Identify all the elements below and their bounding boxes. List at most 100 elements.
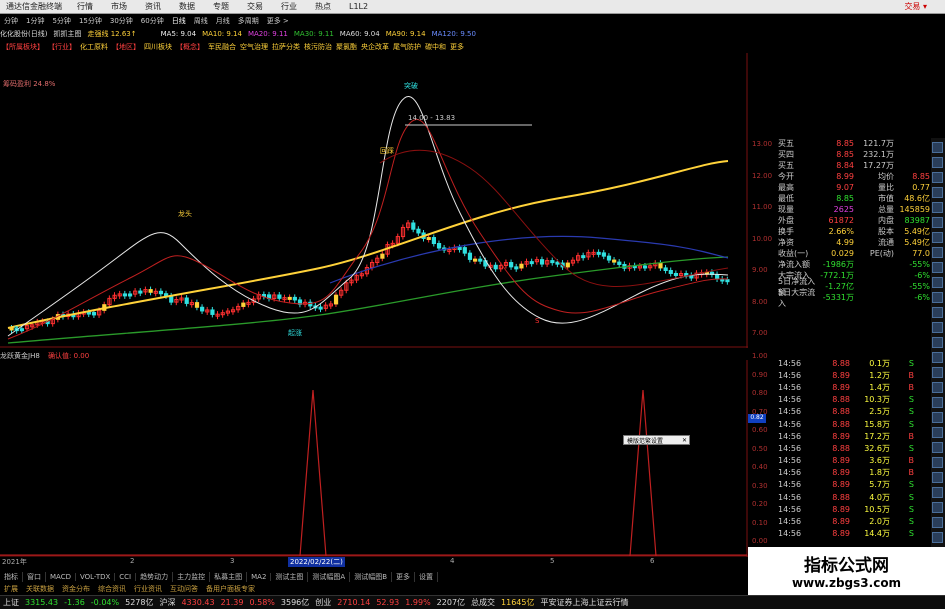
sell-marker: S <box>535 317 540 325</box>
side-tool-icon[interactable] <box>932 337 943 348</box>
menu-item-markets[interactable]: 市场 <box>102 1 136 12</box>
sz-change: 21.39 <box>218 598 247 607</box>
indicator-tab[interactable]: 测试幅图A <box>308 572 350 582</box>
side-tool-icon[interactable] <box>932 382 943 393</box>
period-5min[interactable]: 5分钟 <box>48 16 74 26</box>
sz-label[interactable]: 沪深 <box>156 597 178 608</box>
sector-tag[interactable]: 核污防治 <box>302 42 334 52</box>
side-tool-icon[interactable] <box>932 262 943 273</box>
sector-tag[interactable]: 尾气防护 <box>391 42 423 52</box>
indicator-tab[interactable]: MACD <box>46 573 76 581</box>
indicator-tab[interactable]: VOL-TDX <box>76 573 115 581</box>
side-tool-icon[interactable] <box>932 412 943 423</box>
indicator-tab[interactable]: 指标 <box>0 572 23 582</box>
template-popup[interactable]: 模版范繁设置 ✕ <box>623 435 690 445</box>
sector-tag[interactable]: 化工原料 <box>78 42 110 52</box>
side-tool-icon[interactable] <box>932 307 943 318</box>
quote-cell-d: -6% <box>894 271 930 280</box>
extension-tab[interactable]: 扩展 <box>0 584 22 594</box>
side-tool-icon[interactable] <box>932 367 943 378</box>
news-ticker[interactable]: 平安证券上海上证云行情 <box>537 597 631 608</box>
sector-tag[interactable]: 四川板块 <box>142 42 174 52</box>
side-tool-icon[interactable] <box>932 352 943 363</box>
side-tool-icon[interactable] <box>932 187 943 198</box>
sector-tag[interactable]: 【所属板块】 <box>0 42 46 52</box>
menu-item-news[interactable]: 资讯 <box>136 1 170 12</box>
sh-label[interactable]: 上证 <box>0 597 22 608</box>
menu-item-data[interactable]: 数据 <box>170 1 204 12</box>
indicator-tab[interactable]: MA2 <box>247 573 271 581</box>
close-icon[interactable]: ✕ <box>682 437 689 444</box>
side-tool-icon[interactable] <box>932 457 943 468</box>
side-tool-icon[interactable] <box>932 277 943 288</box>
menu-item-market[interactable]: 行情 <box>68 1 102 12</box>
menu-item-industry[interactable]: 行业 <box>272 1 306 12</box>
period-daily[interactable]: 日线 <box>168 16 190 26</box>
sector-tag[interactable]: 军民融合 <box>206 42 238 52</box>
sector-tag[interactable]: 碳中和 <box>423 42 448 52</box>
indicator-tab[interactable]: 窗口 <box>23 572 46 582</box>
side-tool-icon[interactable] <box>932 142 943 153</box>
side-tool-icon[interactable] <box>932 502 943 513</box>
sector-tag[interactable]: 空气治理 <box>238 42 270 52</box>
side-tool-icon[interactable] <box>932 517 943 528</box>
cy-label[interactable]: 创业 <box>312 597 334 608</box>
extension-tab[interactable]: 行业资讯 <box>130 584 166 594</box>
sector-tag[interactable]: 央企改革 <box>359 42 391 52</box>
side-tool-icon[interactable] <box>932 292 943 303</box>
period-15min[interactable]: 15分钟 <box>75 16 106 26</box>
period-monthly[interactable]: 月线 <box>212 16 234 26</box>
extension-tab[interactable]: 互动问答 <box>166 584 202 594</box>
sector-tag[interactable]: 聚氯酯 <box>334 42 359 52</box>
side-tool-icon[interactable] <box>932 172 943 183</box>
candlestick-chart[interactable]: 14.00 - 13.83 突破 龙头 回踩 起涨 S B <box>0 53 748 348</box>
side-tool-icon[interactable] <box>932 442 943 453</box>
trade-menu-button[interactable]: 交易 ▾ <box>904 1 927 12</box>
quote-cell-b: -772.1万 <box>816 270 854 281</box>
extension-tab[interactable]: 关联数据 <box>22 584 58 594</box>
sector-tag[interactable]: 拉萨分类 <box>270 42 302 52</box>
sector-tag[interactable]: 【行业】 <box>46 42 78 52</box>
period-60min[interactable]: 60分钟 <box>137 16 168 26</box>
extension-tab[interactable]: 资金分布 <box>58 584 94 594</box>
sector-tag[interactable]: 更多 <box>448 42 466 52</box>
sector-tag[interactable]: 【概念】 <box>174 42 206 52</box>
indicator-tab[interactable]: 更多 <box>392 572 415 582</box>
indicator-tab[interactable]: 趋势动力 <box>136 572 173 582</box>
side-tool-icon[interactable] <box>932 472 943 483</box>
side-tool-icon[interactable] <box>932 532 943 543</box>
indicator-tab[interactable]: 主力监控 <box>173 572 210 582</box>
period-weekly[interactable]: 周线 <box>190 16 212 26</box>
indicator-tab[interactable]: 测试幅图B <box>350 572 392 582</box>
candle-body <box>613 260 616 262</box>
indicator-chart[interactable] <box>0 360 748 557</box>
menu-item-trade[interactable]: 交易 <box>238 1 272 12</box>
indicator-tab[interactable]: CCI <box>115 573 136 581</box>
side-tool-icon[interactable] <box>932 427 943 438</box>
indicator-tab[interactable]: 设置 <box>415 572 438 582</box>
start-label: 起涨 <box>288 328 302 337</box>
side-tool-icon[interactable] <box>932 157 943 168</box>
period-minute[interactable]: 分钟 <box>0 16 22 26</box>
extension-tab[interactable]: 备用户面板专家 <box>202 584 259 594</box>
side-tool-icon[interactable] <box>932 397 943 408</box>
sector-tag[interactable]: 【地区】 <box>110 42 142 52</box>
candle-body <box>726 280 729 282</box>
indicator-tab[interactable]: 测试主图 <box>271 572 308 582</box>
period-30min[interactable]: 30分钟 <box>106 16 137 26</box>
menu-item-l1l2[interactable]: L1L2 <box>340 2 377 11</box>
period-1min[interactable]: 1分钟 <box>22 16 48 26</box>
period-multi[interactable]: 多周期 <box>234 16 263 26</box>
side-tool-icon[interactable] <box>932 247 943 258</box>
menu-item-topics[interactable]: 专题 <box>204 1 238 12</box>
candle-body <box>437 244 440 248</box>
period-more[interactable]: 更多 > <box>263 16 293 26</box>
side-tool-icon[interactable] <box>932 322 943 333</box>
side-tool-icon[interactable] <box>932 202 943 213</box>
extension-tab[interactable]: 综合资讯 <box>94 584 130 594</box>
menu-item-hot[interactable]: 热点 <box>306 1 340 12</box>
side-tool-icon[interactable] <box>932 487 943 498</box>
indicator-tab[interactable]: 私募主图 <box>210 572 247 582</box>
side-tool-icon[interactable] <box>932 232 943 243</box>
side-tool-icon[interactable] <box>932 217 943 228</box>
